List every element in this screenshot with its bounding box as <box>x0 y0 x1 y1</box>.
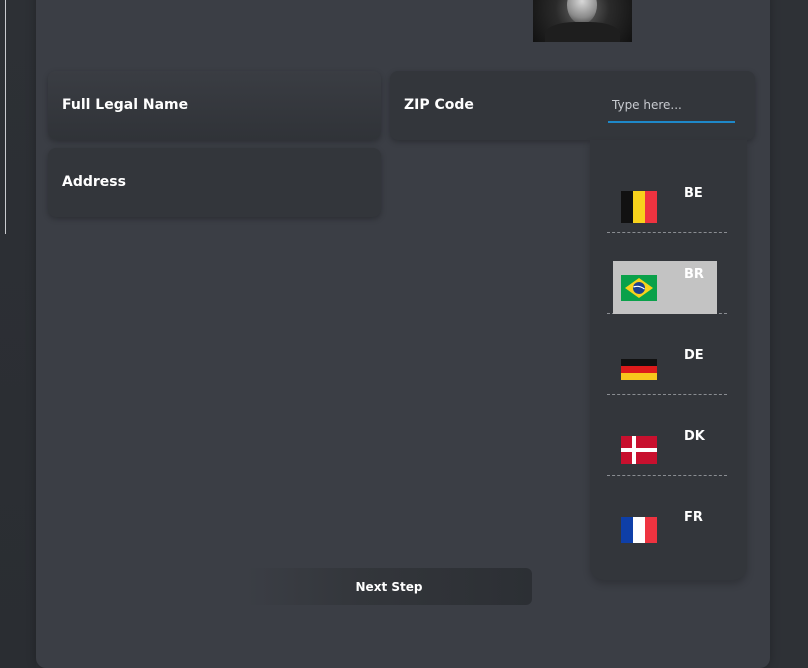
zip-code-input[interactable] <box>608 89 735 123</box>
country-option-fr[interactable]: FR <box>607 476 727 557</box>
country-option-br[interactable]: BR <box>607 233 727 314</box>
profile-photo <box>533 0 632 42</box>
zip-code-field: ZIP Code <box>390 71 755 140</box>
edge-divider <box>5 0 6 234</box>
brazil-flag-icon <box>621 275 657 301</box>
avatar-face <box>567 0 597 24</box>
full-legal-name-field[interactable]: Full Legal Name <box>48 71 381 140</box>
address-label: Address <box>62 174 126 190</box>
address-field[interactable]: Address <box>48 148 381 217</box>
country-code: BR <box>684 267 704 282</box>
full-legal-name-label: Full Legal Name <box>62 97 189 113</box>
country-code: BE <box>684 186 703 201</box>
country-code: FR <box>684 510 703 525</box>
country-code: DE <box>684 348 704 363</box>
next-step-button[interactable]: Next Step <box>246 568 532 605</box>
germany-flag-icon <box>621 359 657 380</box>
belgium-flag-icon <box>621 191 657 223</box>
country-option-dk[interactable]: DK <box>607 395 727 476</box>
country-code: DK <box>684 429 705 444</box>
zip-code-label: ZIP Code <box>404 97 474 113</box>
country-dropdown: BE BR DE DK FR <box>590 140 747 580</box>
page-background-right <box>770 0 808 668</box>
denmark-flag-icon <box>621 436 657 464</box>
avatar-shoulders <box>545 22 620 42</box>
country-option-de[interactable]: DE <box>607 314 727 395</box>
country-option-be[interactable]: BE <box>607 152 727 233</box>
france-flag-icon <box>621 517 657 543</box>
